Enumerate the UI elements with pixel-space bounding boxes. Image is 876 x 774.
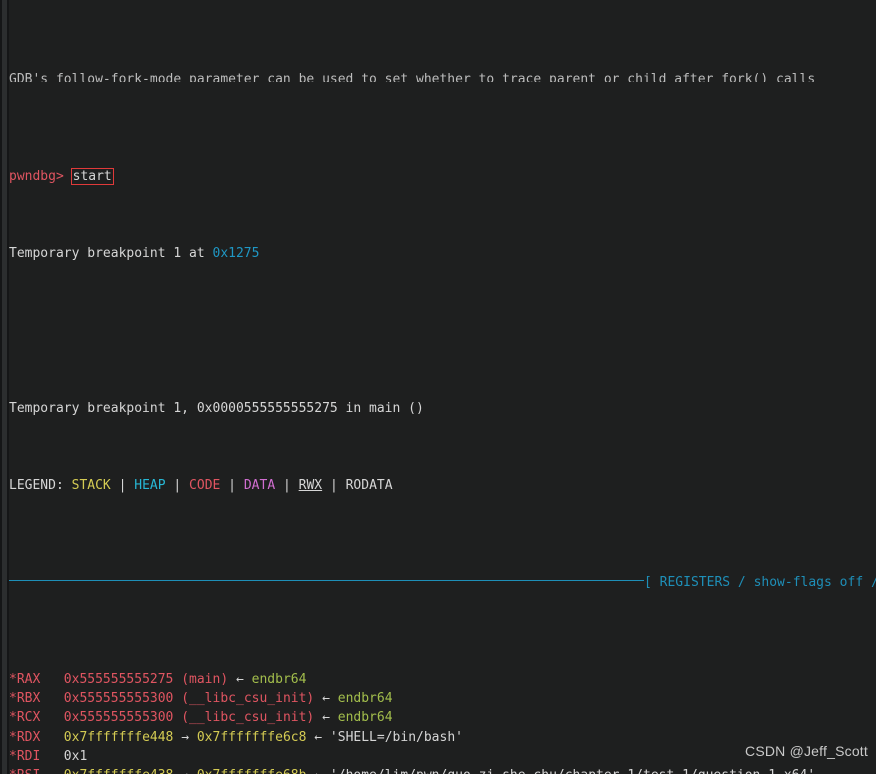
registers-header-text: [ REGISTERS / show-flags off / — [644, 574, 876, 590]
registers-rule — [9, 580, 644, 582]
csdn-watermark: CSDN @Jeff_Scott — [745, 743, 868, 759]
deref-arrow-icon: → — [173, 729, 197, 745]
register-name-rsi: *RSI — [9, 768, 64, 774]
register-value-rcx: 0x555555555300 — [63, 710, 174, 726]
register-name-rcx: *RCX — [9, 710, 64, 726]
register-symbol-rbx: (__libc_csu_init) — [173, 691, 315, 707]
value-arrow-icon: ← — [306, 729, 330, 745]
registers-section-header: [ REGISTERS / show-flags off / — [9, 573, 876, 592]
legend-label: LEGEND: — [9, 478, 72, 494]
register-tail-rax: endbr64 — [251, 671, 307, 687]
breakpoint-hit-text: Temporary breakpoint 1, 0x00005555555552… — [9, 400, 424, 416]
terminal-window: GDB's follow-fork-mode parameter can be … — [0, 0, 876, 774]
legend-rodata: RODATA — [345, 478, 393, 494]
register-value-rdi: 0x1 — [63, 749, 88, 765]
breakpoint-hit-line: Temporary breakpoint 1, 0x00005555555552… — [9, 399, 876, 418]
legend-code: CODE — [189, 478, 221, 494]
value-arrow-icon: ← — [306, 768, 329, 774]
register-row: *RBX 0x555555555300 (__libc_csu_init) ← … — [9, 689, 876, 708]
register-value-rdx: 0x7fffffffe448 — [63, 729, 174, 745]
register-value-rax: 0x555555555275 — [63, 671, 174, 687]
clipped-top-line: GDB's follow-fork-mode parameter can be … — [9, 70, 876, 82]
breakpoint-set-label: Temporary breakpoint 1 at — [9, 246, 213, 262]
scrollbar-gutter[interactable] — [0, 0, 9, 774]
value-arrow-icon: ← — [314, 691, 338, 707]
register-deref-rdx: 0x7fffffffe6c8 — [196, 729, 307, 745]
clipped-top-text: GDB's follow-fork-mode parameter can be … — [9, 72, 816, 83]
terminal-screen: GDB's follow-fork-mode parameter can be … — [9, 0, 876, 774]
value-arrow-icon: ← — [228, 671, 252, 687]
legend-data: DATA — [243, 478, 276, 494]
register-symbol-rcx: (__libc_csu_init) — [173, 710, 315, 726]
register-value-rbx: 0x555555555300 — [63, 691, 174, 707]
legend-heap: HEAP — [134, 478, 166, 494]
register-row: *RSI 0x7fffffffe438 → 0x7fffffffe68b ← '… — [9, 766, 876, 774]
register-name-rbx: *RBX — [9, 691, 64, 707]
prompt-label: pwndbg> — [9, 168, 64, 184]
value-arrow-icon: ← — [314, 710, 338, 726]
register-name-rdi: *RDI — [9, 749, 64, 765]
register-name-rdx: *RDX — [9, 729, 64, 745]
breakpoint-set-line: Temporary breakpoint 1 at 0x1275 — [9, 244, 876, 263]
register-tail-rsi: '/home/lim/pwn/guo_zi_she_chu/chapter_1/… — [330, 768, 815, 774]
legend-line: LEGEND: STACK | HEAP | CODE | DATA | RWX… — [9, 478, 393, 494]
register-value-rsi: 0x7fffffffe438 — [64, 768, 174, 774]
register-tail-rbx: endbr64 — [337, 691, 393, 707]
register-row: *RAX 0x555555555275 (main) ← endbr64 — [9, 670, 876, 689]
deref-arrow-icon: → — [173, 768, 196, 774]
legend-stack: STACK — [71, 478, 111, 494]
scrollbar-thumb[interactable] — [2, 0, 7, 774]
register-name-rax: *RAX — [9, 671, 64, 687]
register-deref-rsi: 0x7fffffffe68b — [197, 768, 307, 774]
breakpoint-set-address: 0x1275 — [212, 246, 260, 262]
register-tail-rdx: 'SHELL=/bin/bash' — [329, 729, 463, 745]
command-line-start: pwndbg> start — [9, 167, 876, 186]
register-row: *RCX 0x555555555300 (__libc_csu_init) ← … — [9, 708, 876, 727]
start-command-text[interactable]: start — [70, 167, 114, 185]
register-tail-rcx: endbr64 — [337, 710, 393, 726]
register-symbol-rax: (main) — [173, 671, 229, 687]
legend-rwx: RWX — [298, 478, 323, 494]
